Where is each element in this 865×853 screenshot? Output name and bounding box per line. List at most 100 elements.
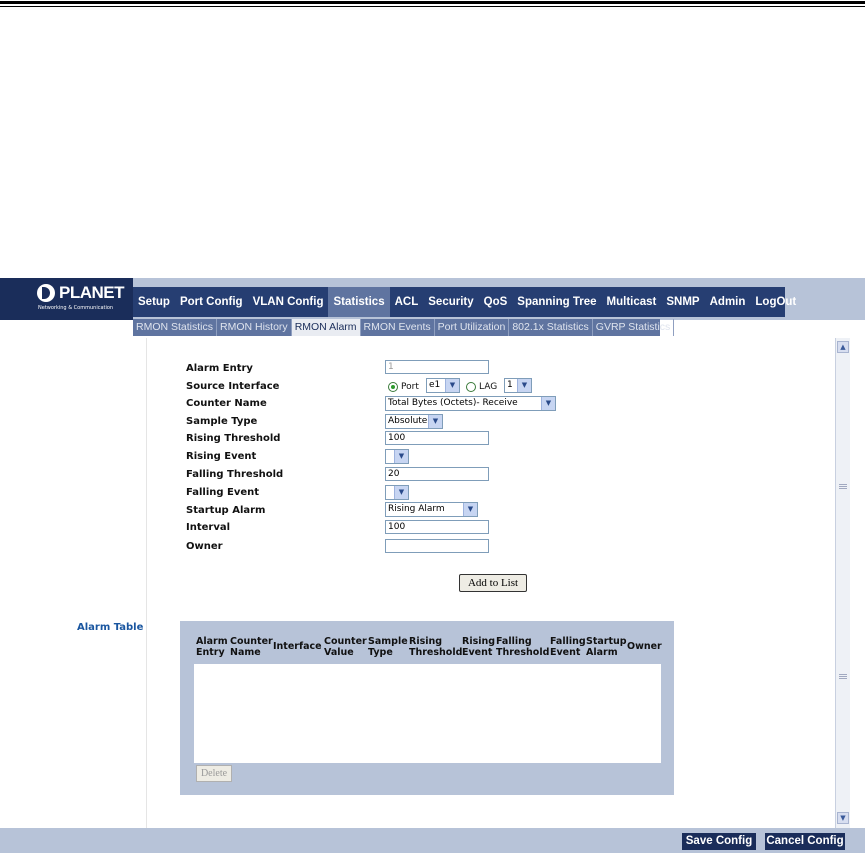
- main-nav: Setup Port Config VLAN Config Statistics ACL…: [133, 287, 796, 317]
- nav-item-statistics[interactable]: Statistics: [328, 287, 390, 317]
- column-header-line: Event: [462, 647, 493, 658]
- column-header-line: Event: [550, 647, 581, 658]
- counter-name-label: Counter Name: [186, 398, 267, 409]
- column-header-line: Counter: [230, 636, 273, 647]
- lag-radio-label: LAG: [479, 382, 498, 392]
- column-header: Falling Threshold: [496, 636, 549, 658]
- falling-threshold-field[interactable]: 20: [385, 467, 489, 481]
- nav-item-setup[interactable]: Setup: [133, 287, 175, 317]
- nav-item-admin[interactable]: Admin: [705, 287, 751, 317]
- delete-button[interactable]: Delete: [196, 765, 232, 782]
- startup-alarm-label: Startup Alarm: [186, 505, 266, 516]
- content-area: Alarm Entry Source Interface Counter Nam…: [0, 338, 835, 828]
- source-interface-label: Source Interface: [186, 381, 280, 392]
- alarm-entry-field[interactable]: 1: [385, 360, 489, 374]
- nav-item-acl[interactable]: ACL: [390, 287, 424, 317]
- sample-type-value: Absolute: [388, 416, 428, 426]
- column-header: Rising Threshold: [409, 636, 462, 658]
- nav-item-spanning-tree[interactable]: Spanning Tree: [512, 287, 601, 317]
- owner-label: Owner: [186, 541, 223, 552]
- scroll-grip: [839, 676, 847, 677]
- owner-field[interactable]: [385, 539, 489, 553]
- column-header: Rising Event: [462, 636, 495, 658]
- cancel-config-button[interactable]: Cancel Config: [765, 833, 845, 850]
- column-header-line: Value: [324, 647, 354, 658]
- top-rule-thick: [0, 1, 865, 4]
- column-header: Interface: [273, 636, 322, 652]
- port-radio[interactable]: [388, 382, 398, 392]
- column-header: Sample Type: [368, 636, 408, 658]
- rising-threshold-field[interactable]: 100: [385, 431, 489, 445]
- tab-rmon-events[interactable]: RMON Events: [361, 319, 435, 336]
- vertical-scrollbar[interactable]: ▲ ▼: [835, 338, 850, 828]
- startup-alarm-value: Rising Alarm: [388, 504, 445, 514]
- column-header-line: Alarm: [586, 647, 618, 658]
- scroll-grip: [839, 678, 847, 679]
- divider: [146, 338, 147, 828]
- falling-threshold-label: Falling Threshold: [186, 469, 284, 480]
- counter-name-select[interactable]: Total Bytes (Octets)- Receive ▼: [385, 396, 556, 411]
- column-header-line: Interface: [273, 641, 322, 652]
- scroll-down-icon[interactable]: ▼: [837, 812, 849, 824]
- lag-radio[interactable]: [466, 382, 476, 392]
- scroll-grip: [839, 674, 847, 675]
- column-header-line: Entry: [196, 647, 225, 658]
- nav-item-qos[interactable]: QoS: [479, 287, 513, 317]
- scroll-grip: [839, 484, 847, 485]
- port-select[interactable]: e1 ▼: [426, 378, 460, 393]
- header: PLANET Networking & Communication Setup P…: [0, 278, 865, 336]
- web-ui-frame: PLANET Networking & Communication Setup P…: [0, 278, 865, 853]
- tab-gvrp-statistics[interactable]: GVRP Statistics: [593, 319, 675, 336]
- column-header-line: Falling: [550, 636, 586, 647]
- add-to-list-button[interactable]: Add to List: [459, 574, 527, 592]
- nav-item-multicast[interactable]: Multicast: [602, 287, 662, 317]
- chevron-down-icon: ▼: [517, 379, 531, 392]
- column-header: Counter Name: [230, 636, 273, 658]
- nav-item-security[interactable]: Security: [423, 287, 478, 317]
- column-header-line: Counter: [324, 636, 367, 647]
- tab-802-1x-statistics[interactable]: 802.1x Statistics: [509, 319, 593, 336]
- tab-rmon-history[interactable]: RMON History: [217, 319, 292, 336]
- top-rule-thin: [0, 6, 865, 7]
- scroll-grip: [839, 486, 847, 487]
- chevron-down-icon: ▼: [428, 415, 442, 428]
- chevron-down-icon: ▼: [394, 486, 408, 499]
- falling-event-select[interactable]: ▼: [385, 485, 409, 500]
- nav-item-port-config[interactable]: Port Config: [175, 287, 248, 317]
- column-header: Alarm Entry: [196, 636, 228, 658]
- startup-alarm-select[interactable]: Rising Alarm ▼: [385, 502, 478, 517]
- column-header-line: Rising: [462, 636, 496, 647]
- lag-select-value: 1: [507, 380, 513, 390]
- column-header-line: Rising: [409, 636, 443, 647]
- alarm-table-title: Alarm Table: [77, 622, 144, 633]
- column-header: Owner: [627, 636, 662, 652]
- column-header-line: Type: [368, 647, 393, 658]
- scroll-grip: [839, 488, 847, 489]
- counter-name-value: Total Bytes (Octets)- Receive: [388, 398, 518, 408]
- port-select-value: e1: [429, 380, 441, 390]
- column-header-line: Name: [230, 647, 261, 658]
- tab-port-utilization[interactable]: Port Utilization: [435, 319, 510, 336]
- rising-event-select[interactable]: ▼: [385, 449, 409, 464]
- nav-item-logout[interactable]: LogOut: [750, 287, 801, 317]
- alarm-table: Alarm Entry Counter Name Interface Counter Val…: [180, 621, 674, 795]
- tab-rmon-alarm[interactable]: RMON Alarm: [291, 319, 361, 336]
- table-body: [194, 664, 661, 763]
- nav-item-snmp[interactable]: SNMP: [661, 287, 704, 317]
- column-header-line: Threshold: [496, 647, 550, 658]
- planet-logo-icon: [37, 284, 55, 302]
- column-header-line: Alarm: [196, 636, 228, 647]
- sample-type-select[interactable]: Absolute ▼: [385, 414, 443, 429]
- nav-item-vlan-config[interactable]: VLAN Config: [248, 287, 329, 317]
- interval-label: Interval: [186, 522, 231, 533]
- column-header-line: Startup: [586, 636, 627, 647]
- lag-select[interactable]: 1 ▼: [504, 378, 532, 393]
- scroll-up-icon[interactable]: ▲: [837, 341, 849, 353]
- column-header-line: Sample: [368, 636, 408, 647]
- chevron-down-icon: ▼: [394, 450, 408, 463]
- interval-field[interactable]: 100: [385, 520, 489, 534]
- column-header: Falling Event: [550, 636, 586, 658]
- tab-rmon-statistics[interactable]: RMON Statistics: [133, 319, 218, 336]
- falling-event-label: Falling Event: [186, 487, 260, 498]
- save-config-button[interactable]: Save Config: [682, 833, 756, 850]
